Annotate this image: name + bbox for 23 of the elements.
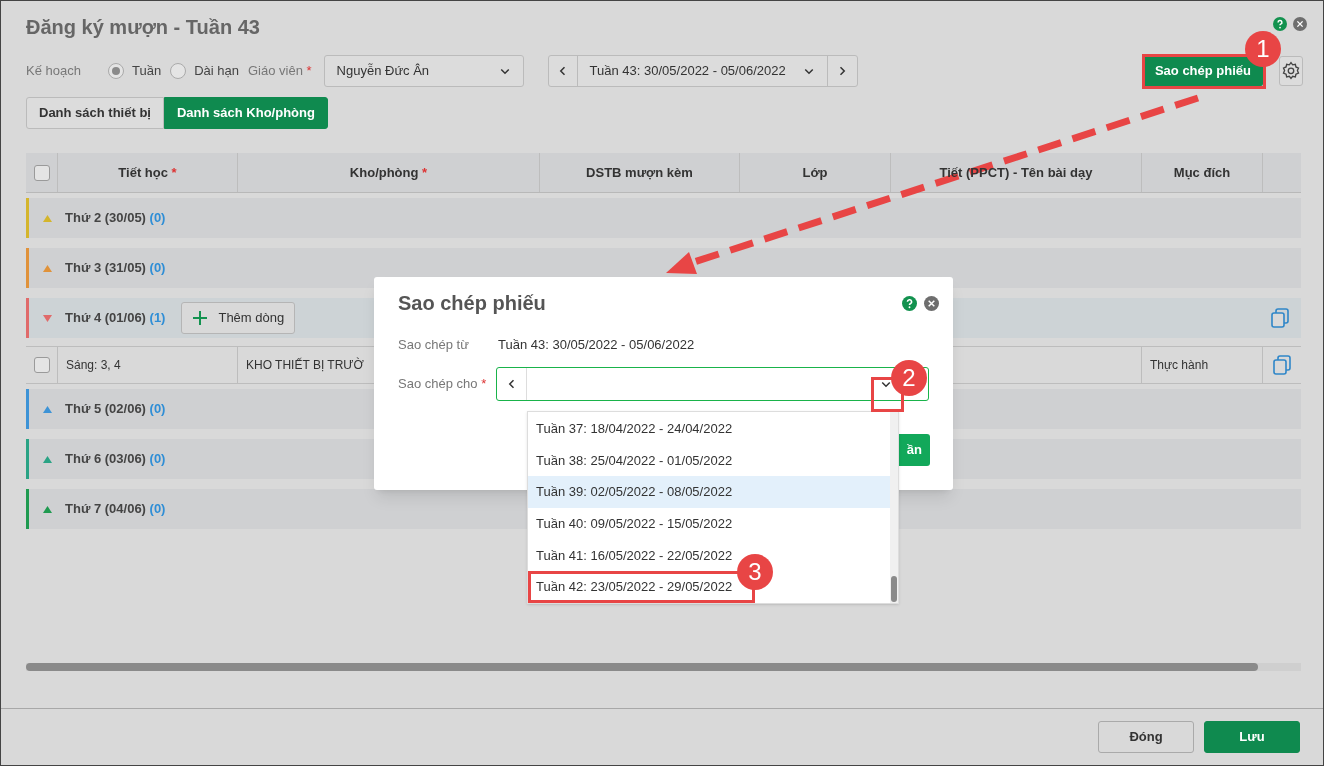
copy-from-label: Sao chép từ [398,336,470,355]
day-group-label: Thứ 2 (30/05) (0) [65,209,166,228]
copy-from-value: Tuần 43: 30/05/2022 - 05/06/2022 [498,336,695,355]
day-group-label: Thứ 5 (02/06) (0) [65,400,166,419]
column-header: Tiết học * [118,163,177,182]
column-header: Tiết (PPCT) - Tên bài dạy [939,163,1093,182]
dialog-title: Sao chép phiếu [398,291,546,316]
day-group-label: Thứ 4 (01/06) (1) [65,309,166,328]
teacher-label: Giáo viên * [247,62,312,81]
day-group-label: Thứ 6 (03/06) (0) [65,450,166,469]
window-title: Đăng ký mượn - Tuần 43 [26,15,260,40]
copy-to-label: Sao chép cho * [398,375,488,394]
column-header: Mục đích [1173,163,1231,182]
table-cell-text: Thực hành [1150,357,1209,374]
column-header: Kho/phòng * [349,163,428,182]
column-header: DSTB mượn kèm [586,163,693,182]
table-cell: KHO THIẾT BỊ TRƯỜ [246,356,364,374]
step-number-badge: 1 [1245,31,1281,67]
table-cell-text: Sáng: 3, 4 [66,357,121,374]
day-group-label: Thứ 7 (04/06) (0) [65,500,166,519]
plan-label: Kế hoạch [26,62,82,81]
column-header: Lớp [802,163,828,182]
day-group-label: Thứ 3 (31/05) (0) [65,259,166,278]
